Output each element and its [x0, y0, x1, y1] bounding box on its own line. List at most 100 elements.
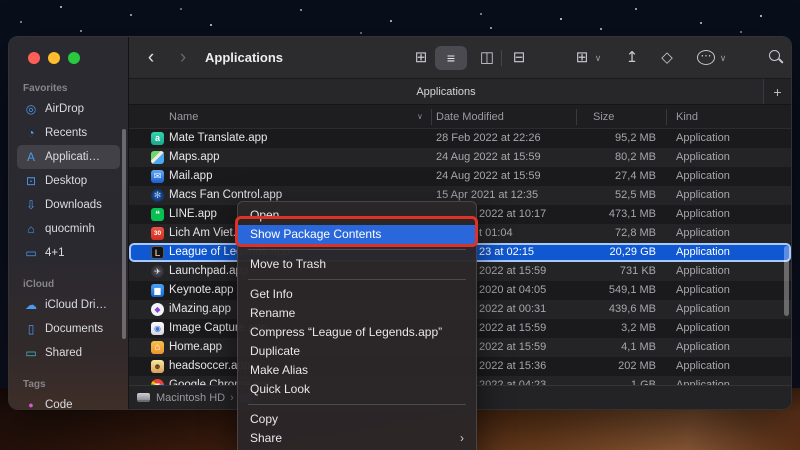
sidebar-item[interactable]: ▭ 4+1: [17, 241, 120, 265]
gallery-view-button[interactable]: ⊟: [509, 37, 529, 79]
column-header-kind[interactable]: Kind: [676, 105, 698, 129]
app-icon: ❝: [151, 208, 164, 221]
sidebar-item[interactable]: ◔ Recents: [17, 121, 120, 145]
file-kind: Application: [676, 341, 730, 353]
menu-item[interactable]: Quick Look: [238, 380, 476, 399]
sidebar-item[interactable]: ⊡ Desktop: [17, 169, 120, 193]
file-size: 20,29 GB: [609, 246, 656, 258]
section-label: Favorites: [23, 83, 68, 94]
column-divider[interactable]: [666, 109, 667, 125]
context-menu: Open Show Package Contents Move to Trash: [237, 201, 477, 450]
column-divider[interactable]: [576, 109, 577, 125]
file-size: 439,6 MB: [608, 303, 656, 315]
submenu-arrow-icon: ›: [460, 431, 464, 445]
file-row[interactable]: ✉ Mail.app 24 Aug 2022 at 15:59 27,4 MB …: [129, 167, 791, 186]
column-header-name[interactable]: Name: [169, 105, 198, 129]
sidebar-item[interactable]: ☁ iCloud Dri…: [17, 293, 120, 317]
file-kind: Application: [676, 189, 730, 201]
app-icon: ◉: [151, 322, 164, 335]
column-header-size[interactable]: Size: [593, 105, 614, 129]
new-tab-button[interactable]: +: [763, 79, 791, 104]
file-row[interactable]: a Mate Translate.app 28 Feb 2022 at 22:2…: [129, 129, 791, 148]
app-icon: L: [151, 246, 164, 259]
sidebar-item-icon: A: [26, 150, 35, 164]
sidebar-item[interactable]: ⌂ quocminh: [17, 217, 120, 241]
file-size: 202 MB: [618, 360, 656, 372]
sidebar-item[interactable]: A Applicati…: [17, 145, 120, 169]
menu-entry: Compress “League of Legends.app”: [238, 323, 476, 342]
menu-item-label: Rename: [250, 306, 296, 320]
sidebar-item[interactable]: ▭ Shared: [17, 341, 120, 365]
file-kind: Application: [676, 246, 730, 258]
share-button[interactable]: ↥: [623, 37, 641, 79]
menu-entry: Rename: [238, 304, 476, 323]
sidebar-item[interactable]: ● Code: [17, 393, 120, 410]
more-options-button[interactable]: ⋯: [697, 50, 715, 65]
section-label: Tags: [23, 379, 46, 390]
sidebar-item-label: AirDrop: [45, 103, 84, 115]
sidebar-item-label: Shared: [45, 347, 83, 359]
app-icon: a: [151, 132, 164, 145]
tag-button[interactable]: ◇: [658, 37, 676, 79]
menu-item[interactable]: Rename: [238, 304, 476, 323]
sidebar-content: Favorites ◎ AirDrop ◔ Recents A Applicat…: [17, 81, 120, 410]
chevron-down-icon[interactable]: ∨: [718, 37, 728, 79]
menu-separator: [248, 404, 466, 405]
sidebar-scrollbar[interactable]: [122, 129, 126, 339]
back-button[interactable]: ‹: [141, 37, 161, 79]
column-header-date[interactable]: Date Modified: [436, 105, 504, 129]
sidebar-item-label: Documents: [45, 323, 104, 335]
sidebar-item-icon: ▭: [25, 246, 37, 260]
column-divider[interactable]: [431, 109, 432, 125]
minimize-button[interactable]: [48, 52, 60, 64]
file-name: Maps.app: [169, 151, 220, 163]
menu-item[interactable]: Move to Trash: [238, 255, 476, 274]
list-view-button[interactable]: ≡: [435, 46, 467, 70]
file-name: Mate Translate.app: [169, 132, 268, 144]
tag-color-icon: ●: [28, 400, 34, 410]
file-size: 95,2 MB: [615, 132, 656, 144]
list-scrollbar[interactable]: [784, 246, 789, 316]
menu-item[interactable]: Copy: [238, 410, 476, 429]
sidebar-item[interactable]: ◎ AirDrop: [17, 97, 120, 121]
menu-entry: Quick Look: [238, 380, 476, 399]
sort-indicator-icon: ∨: [417, 112, 423, 121]
list-header: Name ∨ Date Modified Size Kind: [129, 105, 791, 129]
menu-item[interactable]: Make Alias: [238, 361, 476, 380]
menu-entry: Share ›: [238, 429, 476, 448]
icon-view-button[interactable]: ⊞: [411, 37, 431, 79]
group-by-icon[interactable]: ⊞: [573, 37, 591, 79]
file-kind: Application: [676, 379, 730, 385]
menu-item[interactable]: Show Package Contents: [238, 225, 476, 244]
search-icon[interactable]: [769, 50, 780, 61]
section-label: iCloud: [23, 279, 55, 290]
sidebar-item[interactable]: ▯ Documents: [17, 317, 120, 341]
file-name: Mail.app: [169, 170, 213, 182]
file-row[interactable]: Maps.app 24 Aug 2022 at 15:59 80,2 MB Ap…: [129, 148, 791, 167]
file-kind: Application: [676, 170, 730, 182]
path-separator: ›: [230, 391, 234, 404]
forward-button[interactable]: ›: [173, 37, 193, 79]
app-icon: ▆: [151, 284, 164, 297]
close-button[interactable]: [28, 52, 40, 64]
chevron-down-icon[interactable]: ∨: [593, 37, 603, 79]
menu-item[interactable]: Open: [238, 206, 476, 225]
file-size: 80,2 MB: [615, 151, 656, 163]
sidebar-item-label: 4+1: [45, 247, 65, 259]
menu-item[interactable]: Compress “League of Legends.app”: [238, 323, 476, 342]
toolbar-divider: [501, 50, 502, 66]
window-controls: [28, 52, 80, 64]
path-item-device[interactable]: Macintosh HD: [156, 392, 225, 404]
sidebar-item-icon: ⌂: [27, 222, 35, 236]
tab-applications[interactable]: Applications: [129, 79, 763, 104]
sidebar-item[interactable]: ⇩ Downloads: [17, 193, 120, 217]
column-view-button[interactable]: ◫: [477, 37, 497, 79]
sidebar-section-tags: Tags ● Code: [17, 377, 120, 410]
menu-item[interactable]: Duplicate: [238, 342, 476, 361]
app-icon: ✉: [151, 170, 164, 183]
tab-bar: Applications +: [129, 79, 791, 105]
menu-item[interactable]: Get Info: [238, 285, 476, 304]
menu-item-label: Get Info: [250, 287, 293, 301]
menu-item[interactable]: Share ›: [238, 429, 476, 448]
zoom-button[interactable]: [68, 52, 80, 64]
